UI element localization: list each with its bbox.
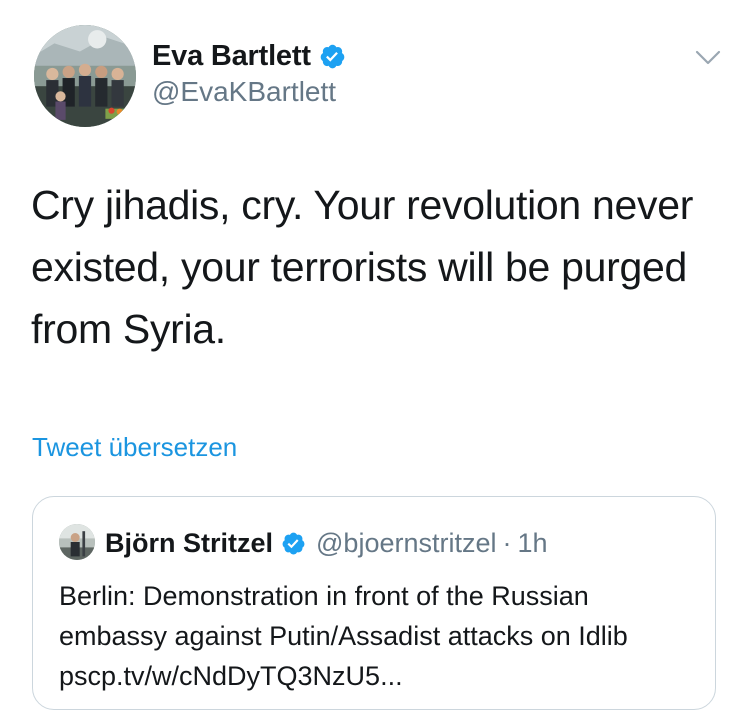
- tweet-text: Cry jihadis, cry. Your revolution never …: [31, 182, 694, 352]
- chevron-down-icon[interactable]: [694, 48, 722, 68]
- quoted-tweet-timestamp[interactable]: 1h: [518, 528, 548, 559]
- author-handle[interactable]: @EvaKBartlett: [152, 76, 336, 108]
- author-avatar[interactable]: [34, 25, 136, 127]
- quoted-author-handle[interactable]: @bjoernstritzel: [316, 528, 496, 559]
- quoted-tweet-header: Björn Stritzel @bjoernstritzel · 1h: [105, 523, 548, 563]
- translate-tweet-link[interactable]: Tweet übersetzen: [32, 432, 237, 463]
- verified-badge-icon: [319, 43, 346, 70]
- author-display-name[interactable]: Eva Bartlett: [152, 40, 311, 73]
- author-avatar-photo: [34, 25, 136, 127]
- quoted-author-avatar[interactable]: [59, 524, 95, 560]
- quoted-author-name[interactable]: Björn Stritzel: [105, 528, 273, 559]
- quoted-author-avatar-photo: [59, 524, 95, 560]
- tweet: Eva Bartlett @EvaKBartlett Cry jihadis, …: [0, 0, 750, 718]
- quoted-tweet-text: Berlin: Demonstration in front of the Ru…: [59, 581, 628, 691]
- quoted-tweet-card[interactable]: Björn Stritzel @bjoernstritzel · 1h Berl…: [32, 496, 716, 710]
- quoted-verified-badge-icon: [281, 531, 306, 556]
- quoted-separator-dot: ·: [502, 527, 512, 558]
- author-name-row: Eva Bartlett: [152, 38, 346, 74]
